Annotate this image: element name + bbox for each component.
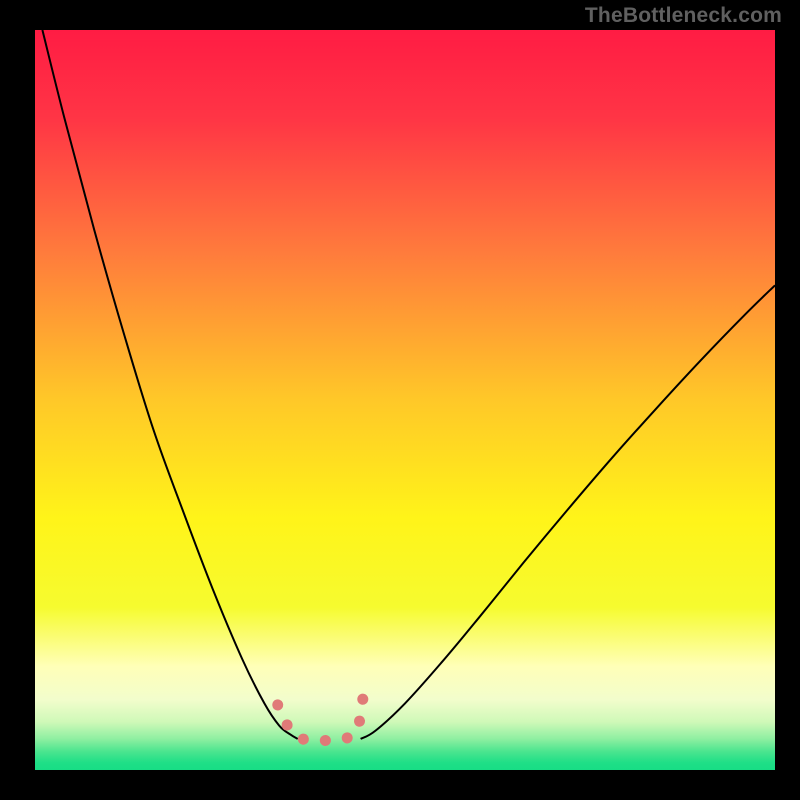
chart-frame: TheBottleneck.com (0, 0, 800, 800)
plot-area (35, 30, 775, 770)
watermark-text: TheBottleneck.com (585, 4, 782, 28)
bottleneck-chart (35, 30, 775, 770)
